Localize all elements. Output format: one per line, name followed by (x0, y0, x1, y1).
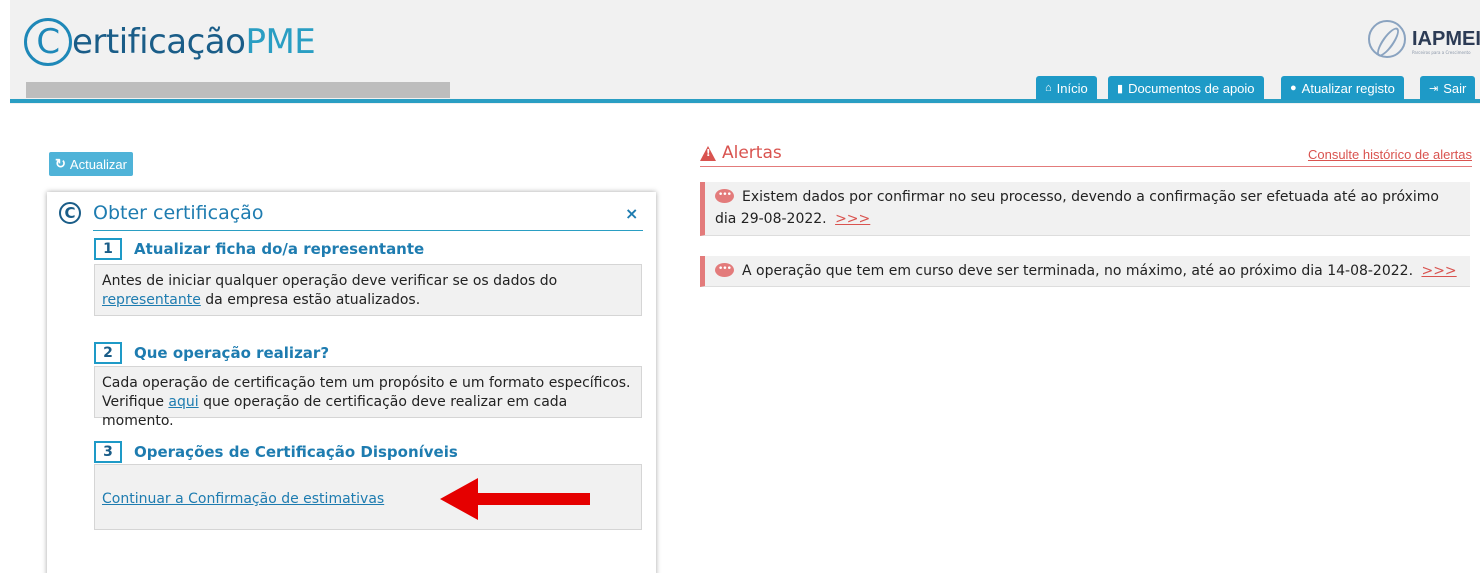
step-2-header: 2 Que operação realizar? (94, 342, 329, 364)
logo-text-pme: PME (245, 22, 316, 62)
close-icon[interactable]: × (625, 204, 638, 223)
alert-item: A operação que tem em curso deve ser ter… (700, 256, 1470, 287)
sign-out-icon: ⇥ (1429, 82, 1439, 95)
nav-sair-label: Sair (1443, 80, 1467, 96)
nav-documentos-label: Documentos de apoio (1128, 80, 1255, 96)
logo-text-certificacao: ertificação (72, 22, 246, 62)
step-2-content: Cada operação de certificação tem um pro… (94, 366, 642, 429)
continuar-confirmacao-estimativas-link[interactable]: Continuar a Confirmação de estimativas (102, 491, 384, 507)
warning-icon (700, 145, 716, 161)
alerts-title-text: Alertas (722, 143, 782, 163)
alert-2-text: A operação que tem em curso deve ser ter… (742, 263, 1414, 279)
alert-1-more-link[interactable]: >>> (835, 211, 870, 227)
panel-title: Obter certificação (93, 202, 264, 224)
red-arrow-shape (440, 478, 590, 520)
step-1-content: Antes de iniciar qualquer operação deve … (94, 264, 642, 316)
home-icon: ⌂ (1045, 82, 1052, 94)
red-arrow-annotation (440, 478, 590, 520)
refresh-icon: ↻ (55, 156, 66, 171)
representante-link[interactable]: representante (102, 292, 201, 308)
certificacao-pme-logo[interactable]: C ertificação PME (24, 14, 316, 70)
copyright-c-logo-icon: C (24, 18, 72, 66)
iapmei-emblem-icon (1368, 20, 1406, 58)
iapmei-logo-text: IAPMEI (1412, 27, 1480, 50)
step-2-text-line1: Cada operação de certificação tem um pro… (102, 375, 631, 391)
step-3-title: Operações de Certificação Disponíveis (134, 443, 458, 461)
actualizar-label: Actualizar (69, 156, 127, 172)
iapmei-logo[interactable]: IAPMEI Parceiros para a Crescimento (1368, 20, 1480, 58)
step-3-header: 3 Operações de Certificação Disponíveis (94, 441, 458, 463)
alert-item: Existem dados por confirmar no seu proce… (700, 182, 1470, 236)
nav-documentos-apoio-button[interactable]: ▮ Documentos de apoio (1108, 76, 1264, 100)
alerts-header: Alertas Consulte histórico de alertas (700, 143, 1472, 167)
step-2-text-before: Verifique (102, 394, 164, 410)
panel-header[interactable]: C Obter certificação (59, 202, 263, 224)
panel-title-underline (93, 230, 643, 231)
step-2-number: 2 (94, 342, 122, 364)
step-3-number: 3 (94, 441, 122, 463)
step-1-header: 1 Atualizar ficha do/a representante (94, 238, 424, 260)
obter-certificacao-panel: C Obter certificação × 1 Atualizar ficha… (47, 192, 656, 573)
step-1-number: 1 (94, 238, 122, 260)
actualizar-button[interactable]: ↻ Actualizar (49, 152, 133, 176)
certification-c-icon: C (59, 202, 81, 224)
alerts-title: Alertas (700, 143, 782, 163)
comment-bubble-icon (715, 258, 734, 280)
book-icon: ▮ (1117, 82, 1124, 95)
step-1-text-after: da empresa estão atualizados. (205, 292, 421, 308)
nav-inicio-button[interactable]: ⌂ Início (1036, 76, 1097, 100)
nav-inicio-label: Início (1056, 80, 1088, 96)
comment-bubble-icon (715, 184, 734, 206)
consulte-historico-alertas-link[interactable]: Consulte histórico de alertas (1308, 147, 1472, 162)
nav-atualizar-label: Atualizar registo (1301, 80, 1395, 96)
nav-atualizar-registo-button[interactable]: ● Atualizar registo (1281, 76, 1404, 100)
user-icon: ● (1290, 82, 1297, 94)
alert-1-text: Existem dados por confirmar no seu proce… (715, 189, 1439, 227)
iapmei-tagline: Parceiros para a Crescimento (1412, 50, 1471, 55)
nav-sair-button[interactable]: ⇥ Sair (1420, 76, 1476, 100)
aqui-link[interactable]: aqui (168, 394, 198, 410)
step-2-title: Que operação realizar? (134, 344, 330, 362)
step-1-title: Atualizar ficha do/a representante (134, 240, 425, 258)
step-1-text-before: Antes de iniciar qualquer operação deve … (102, 273, 558, 289)
user-name-redacted-bar (26, 82, 450, 98)
alert-2-more-link[interactable]: >>> (1421, 263, 1456, 279)
